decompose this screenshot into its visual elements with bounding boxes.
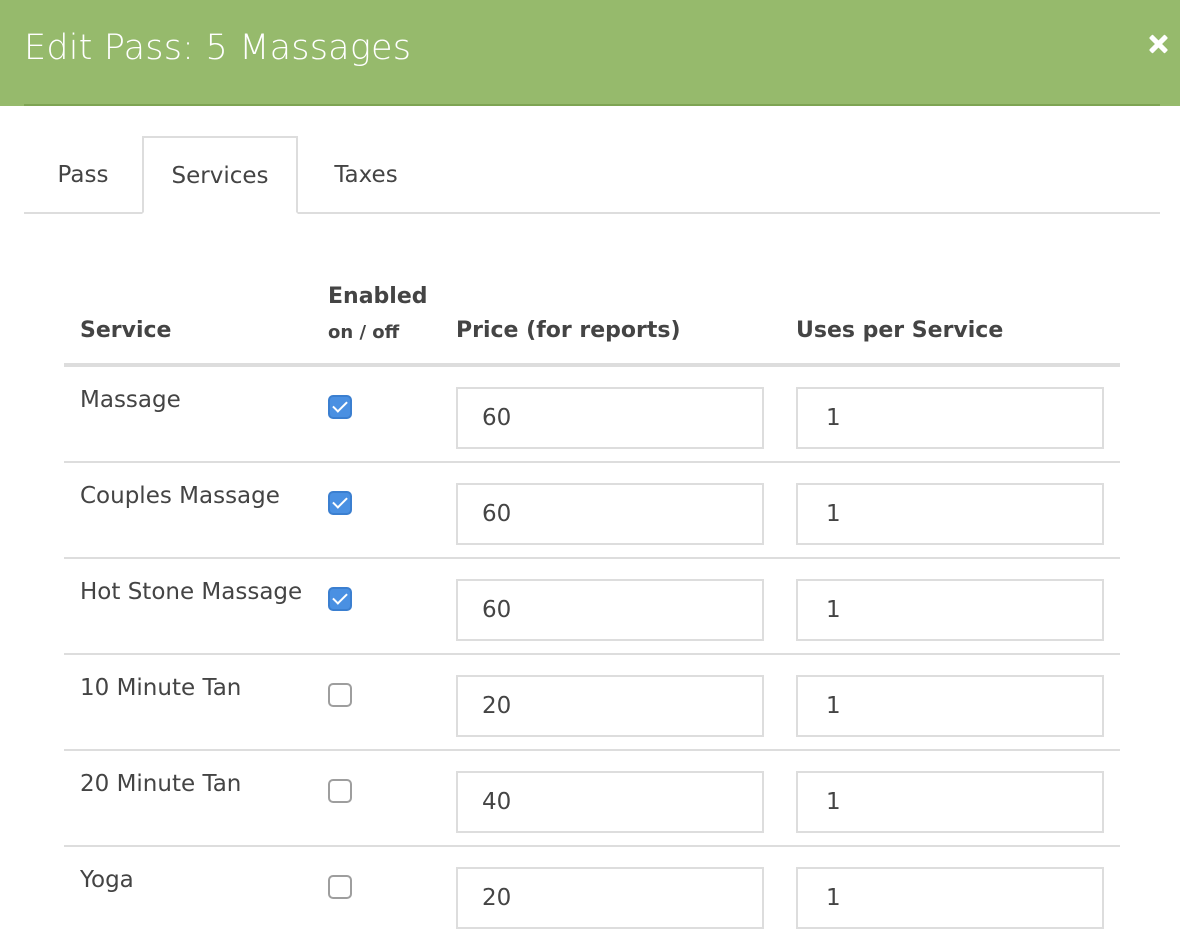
service-name: Couples Massage bbox=[80, 483, 280, 509]
column-header-uses: Uses per Service bbox=[796, 318, 1004, 343]
service-name: 10 Minute Tan bbox=[80, 675, 242, 701]
price-input[interactable] bbox=[456, 483, 764, 545]
column-header-service: Service bbox=[80, 318, 172, 343]
table-row: Massage bbox=[64, 367, 1120, 463]
service-name: Massage bbox=[80, 387, 181, 413]
tab-pass[interactable]: Pass bbox=[24, 136, 142, 214]
service-name: 20 Minute Tan bbox=[80, 771, 242, 797]
enabled-checkbox[interactable] bbox=[328, 683, 352, 707]
uses-input[interactable] bbox=[796, 579, 1104, 641]
table-row: Hot Stone Massage bbox=[64, 559, 1120, 655]
enabled-checkbox[interactable] bbox=[328, 587, 352, 611]
tab-bar: Pass Services Taxes bbox=[24, 136, 1160, 214]
enabled-checkbox[interactable] bbox=[328, 395, 352, 419]
price-input[interactable] bbox=[456, 579, 764, 641]
enabled-checkbox[interactable] bbox=[328, 875, 352, 899]
modal-title: Edit Pass: 5 Massages bbox=[24, 28, 412, 68]
tab-taxes[interactable]: Taxes bbox=[298, 136, 434, 214]
header-divider bbox=[24, 104, 1160, 106]
column-header-enabled-sub: on / off bbox=[328, 322, 400, 343]
tab-services[interactable]: Services bbox=[142, 136, 298, 214]
column-header-price: Price (for reports) bbox=[456, 318, 681, 343]
price-input[interactable] bbox=[456, 387, 764, 449]
uses-input[interactable] bbox=[796, 483, 1104, 545]
price-input[interactable] bbox=[456, 675, 764, 737]
uses-input[interactable] bbox=[796, 675, 1104, 737]
service-name: Yoga bbox=[80, 867, 134, 893]
table-row: Yoga bbox=[64, 847, 1120, 936]
uses-input[interactable] bbox=[796, 867, 1104, 929]
column-header-enabled: Enabled bbox=[328, 284, 428, 309]
enabled-checkbox[interactable] bbox=[328, 779, 352, 803]
price-input[interactable] bbox=[456, 771, 764, 833]
price-input[interactable] bbox=[456, 867, 764, 929]
table-row: 10 Minute Tan bbox=[64, 655, 1120, 751]
uses-input[interactable] bbox=[796, 387, 1104, 449]
service-name: Hot Stone Massage bbox=[80, 579, 303, 605]
uses-input[interactable] bbox=[796, 771, 1104, 833]
table-row: Couples Massage bbox=[64, 463, 1120, 559]
table-row: 20 Minute Tan bbox=[64, 751, 1120, 847]
modal-header: Edit Pass: 5 Massages bbox=[0, 0, 1180, 106]
close-icon[interactable] bbox=[1146, 32, 1170, 56]
enabled-checkbox[interactable] bbox=[328, 491, 352, 515]
edit-pass-modal: Edit Pass: 5 Massages Pass Services Taxe… bbox=[0, 0, 1180, 936]
